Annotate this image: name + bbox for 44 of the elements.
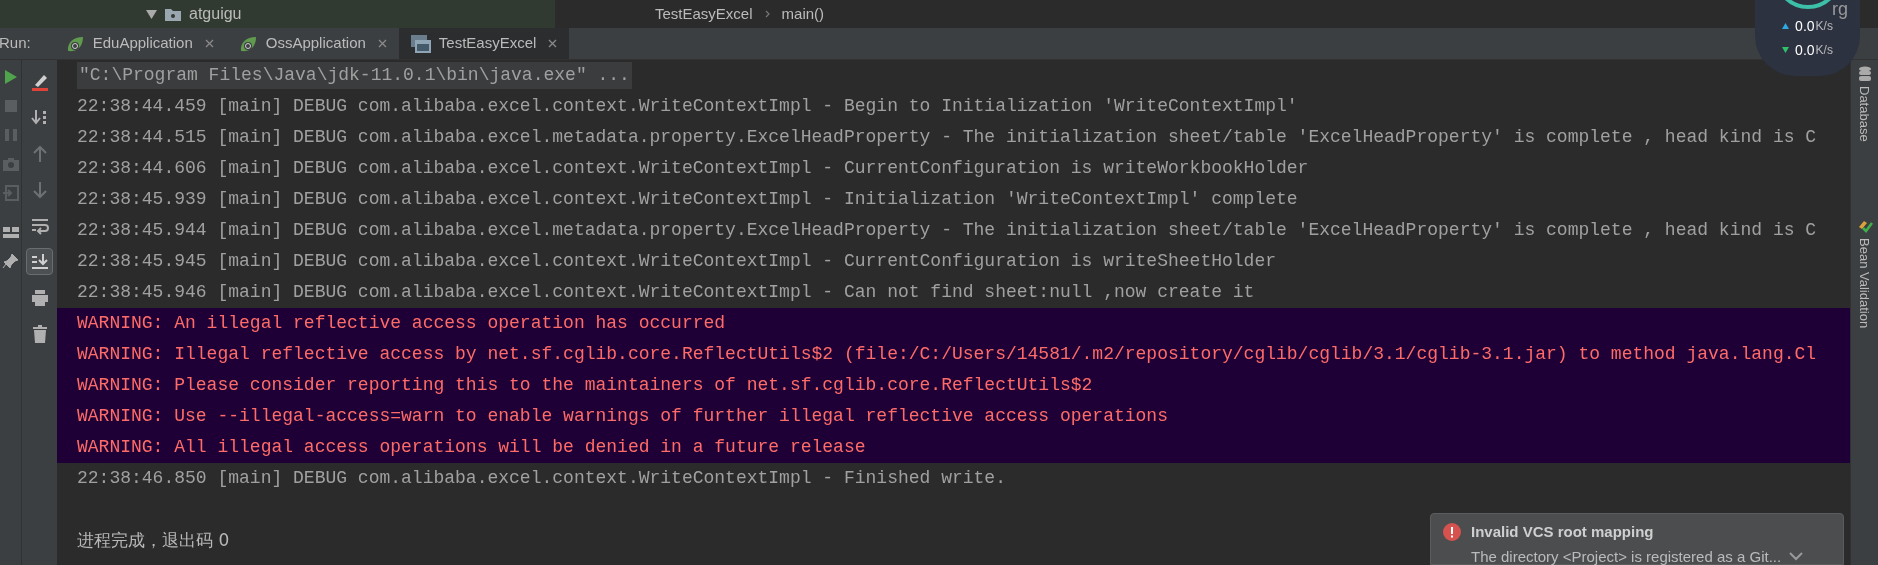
log-line: 22:38:44.515 [main] DEBUG com.alibaba.excel.metadata.property.ExcelHeadProperty - The initialization sheet/table 'ExcelHeadProperty' is complete , head kind is C: [77, 126, 1817, 149]
run-label: Run:: [0, 33, 32, 54]
side-tool-tab[interactable]: Database: [1854, 66, 1875, 142]
log-line: 22:38:44.459 [main] DEBUG com.alibaba.excel.context.WriteContextImpl - Begin to Initialization 'WriteContextImpl': [77, 95, 1298, 118]
log-line: 22:38:46.850 [main] DEBUG com.alibaba.excel.context.WriteContextImpl - Finished write.: [77, 467, 1006, 490]
pin-icon[interactable]: [1, 252, 20, 270]
expand-chevron-icon[interactable]: [1789, 552, 1804, 562]
console-tool-button[interactable]: [26, 248, 53, 275]
log-line: 22:38:45.945 [main] DEBUG com.alibaba.excel.context.WriteContextImpl - CurrentConfiguration is writeSheetHolder: [77, 250, 1276, 273]
error-icon: [1443, 523, 1461, 542]
run-tab[interactable]: TestEasyExcel: [398, 28, 570, 59]
warning-line: WARNING: Use --illegal-access=warn to enable warnings of further illegal reflective access operations: [77, 405, 1168, 428]
notification-title: Invalid VCS root mapping: [1471, 522, 1654, 542]
expanded-arrow-icon[interactable]: [146, 8, 157, 20]
speed-value: 0.0: [1795, 16, 1815, 36]
warning-line: WARNING: Please consider reporting this to the maintainers of net.sf.cglib.core.ReflectUtils$2: [77, 374, 1093, 397]
log-line: 22:38:44.606 [main] DEBUG com.alibaba.excel.context.WriteContextImpl - CurrentConfiguration is writeWorkbookHolder: [77, 157, 1309, 180]
chevron-icon: [764, 10, 770, 18]
warning-line: WARNING: An illegal reflective access operation has occurred: [77, 312, 726, 335]
print-icon: [29, 287, 50, 308]
scroll-to-end-icon: [29, 251, 50, 272]
folder-label[interactable]: atguigu: [189, 2, 242, 26]
warning-line: WARNING: All illegal access operations will be denied in a future release: [77, 436, 866, 459]
speed-value: 0.0: [1795, 40, 1815, 60]
close-icon[interactable]: [548, 39, 558, 48]
speed-unit: K/s: [1815, 42, 1833, 59]
editor-text: rg: [1832, 0, 1848, 21]
download-arrow-icon: [1782, 47, 1790, 53]
close-icon[interactable]: [204, 39, 214, 48]
log-line: 22:38:45.939 [main] DEBUG com.alibaba.excel.context.WriteContextImpl - Initialization 'WriteContextImpl' complete: [77, 188, 1298, 211]
folder-icon: [165, 7, 181, 21]
close-icon[interactable]: [377, 39, 387, 48]
side-tool-tab[interactable]: Bean Validation: [1854, 217, 1875, 328]
upload-arrow-icon: [1782, 23, 1790, 29]
notification-message: The directory <Project> is registered as a Git...: [1471, 546, 1782, 565]
exit-message: 进程完成，退出码 0: [77, 528, 230, 552]
database-icon: [1857, 66, 1872, 82]
log-line: 22:38:45.944 [main] DEBUG com.alibaba.excel.metadata.property.ExcelHeadProperty - The initialization sheet/table 'ExcelHeadProperty' is complete , head kind is C: [77, 219, 1817, 242]
window-icon: [410, 34, 431, 53]
breadcrumb-item[interactable]: TestEasyExcel: [655, 2, 753, 26]
warning-line: WARNING: Illegal reflective access by net.sf.cglib.core.ReflectUtils$2 (file:/C:/Users/14581/.m2/repository/cglib/cglib/3.1/cglib-3.1.jar) to method java.lang.Cl: [77, 343, 1817, 366]
log-line: 22:38:45.946 [main] DEBUG com.alibaba.excel.context.WriteContextImpl - Can not find sheet:null ,now create it: [77, 281, 1255, 304]
speed-unit: K/s: [1815, 19, 1833, 35]
breadcrumb-item[interactable]: main(): [781, 2, 825, 26]
